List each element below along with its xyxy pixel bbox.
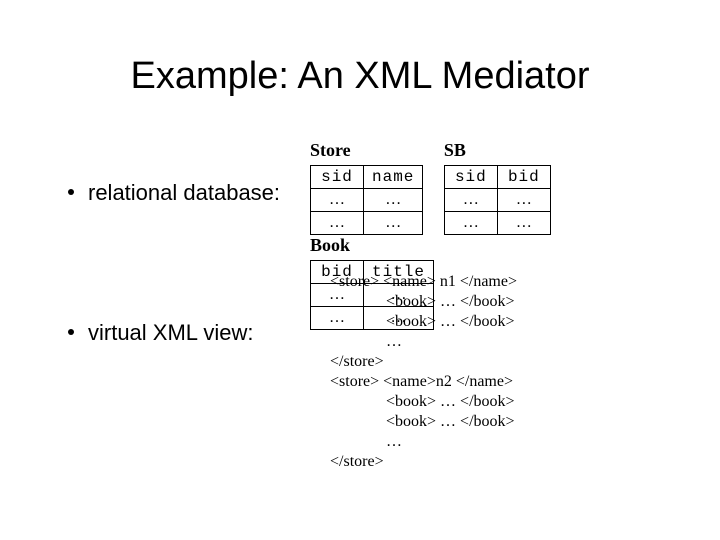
cell: … xyxy=(311,212,364,235)
bullet-text: virtual XML view: xyxy=(88,320,253,345)
xml-line: <book> … </book> xyxy=(330,413,515,430)
bullet-text: relational database: xyxy=(88,180,280,205)
cell: … xyxy=(497,212,550,235)
table-row: … … xyxy=(444,189,550,212)
xml-line: … xyxy=(330,333,402,350)
table-store-block: Store sid name … … … … xyxy=(310,140,423,235)
xml-line: </store> xyxy=(330,353,384,370)
cell: … xyxy=(364,189,423,212)
table-row: sid name xyxy=(311,166,423,189)
col-header: sid xyxy=(311,166,364,189)
table-sb: sid bid … … … … xyxy=(444,165,551,235)
bullet-virtual-xml-view: virtual XML view: xyxy=(68,320,253,346)
cell: … xyxy=(497,189,550,212)
cell: … xyxy=(364,212,423,235)
col-header: name xyxy=(364,166,423,189)
col-header: sid xyxy=(444,166,497,189)
slide-title: Example: An XML Mediator xyxy=(0,55,720,98)
cell: … xyxy=(444,189,497,212)
xml-view-block: <store> <name> n1 </name> <book> … </boo… xyxy=(330,272,517,472)
bullet-icon xyxy=(68,329,74,335)
table-row: … … xyxy=(311,212,423,235)
table-row: … … xyxy=(444,212,550,235)
xml-line: <book> … </book> xyxy=(330,393,515,410)
table-sb-caption: SB xyxy=(444,140,551,161)
xml-line: … xyxy=(330,433,406,450)
xml-line: <book> … </book> xyxy=(330,293,515,310)
table-row: … … xyxy=(311,189,423,212)
bullet-icon xyxy=(68,189,74,195)
xml-line: <book> … </book> xyxy=(330,313,515,330)
cell: … xyxy=(311,189,364,212)
xml-line: </store> xyxy=(330,453,384,470)
xml-line: <store> <name>n2 </name> xyxy=(330,373,513,390)
table-store: sid name … … … … xyxy=(310,165,423,235)
bullet-relational-database: relational database: xyxy=(68,180,280,206)
cell: … xyxy=(444,212,497,235)
table-book-caption: Book xyxy=(310,235,434,256)
table-row: sid bid xyxy=(444,166,550,189)
xml-line: <store> <name> n1 </name> xyxy=(330,273,517,290)
table-store-caption: Store xyxy=(310,140,423,161)
table-sb-block: SB sid bid … … … … xyxy=(444,140,551,235)
col-header: bid xyxy=(497,166,550,189)
